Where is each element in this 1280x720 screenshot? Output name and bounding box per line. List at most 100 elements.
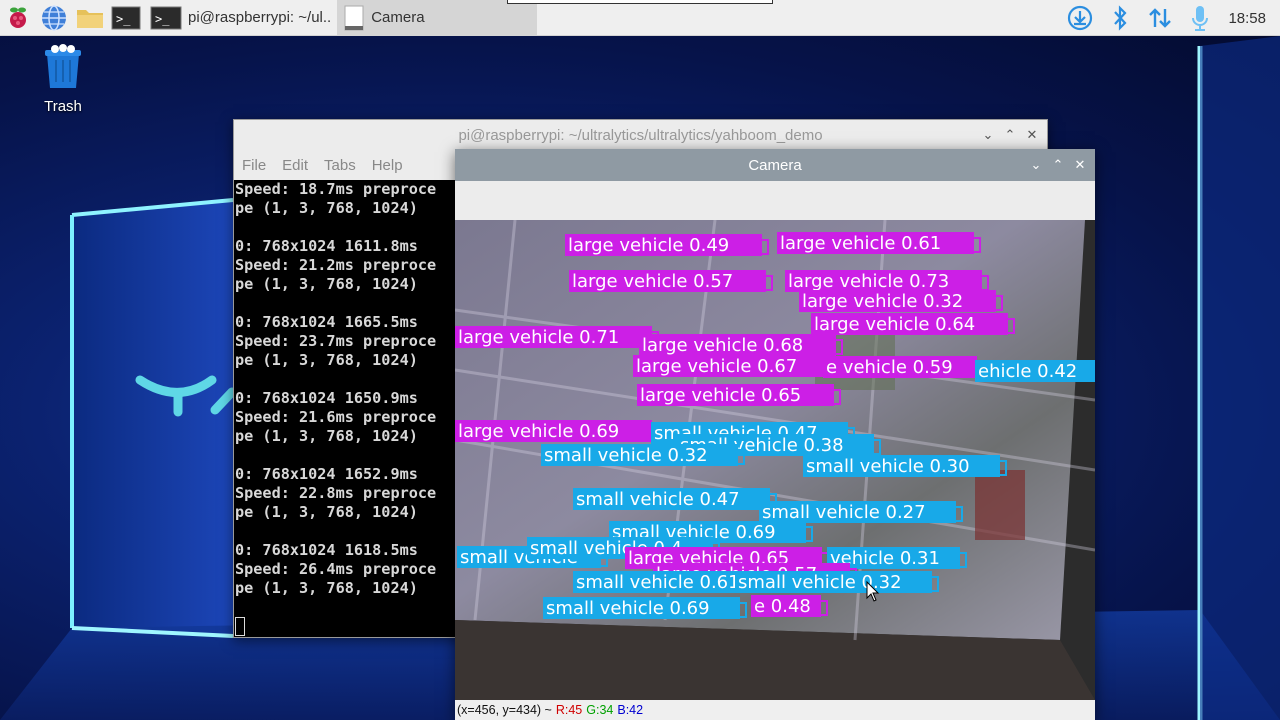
maximize-button[interactable]: ⌃ bbox=[1047, 157, 1069, 173]
menu-help[interactable]: Help bbox=[372, 157, 403, 174]
detection-label-text: large vehicle 0.32 bbox=[802, 291, 963, 312]
raspberry-icon bbox=[10, 7, 26, 28]
globe-icon bbox=[42, 4, 66, 31]
network-arrows-icon bbox=[1149, 8, 1172, 28]
taskbar-terminal-window[interactable]: >_ pi@raspberrypi: ~/ul.. bbox=[144, 0, 337, 36]
terminal-line: Speed: 21.6ms preproce bbox=[235, 408, 437, 426]
detection-label-text: large vehicle 0.61 bbox=[780, 233, 941, 254]
terminal-line: Speed: 23.7ms preproce bbox=[235, 332, 437, 350]
camera-title: Camera bbox=[748, 156, 802, 174]
window-icon bbox=[344, 5, 364, 30]
menu-tabs[interactable]: Tabs bbox=[324, 157, 356, 174]
terminal-title: pi@raspberrypi: ~/ultralytics/ultralytic… bbox=[458, 126, 823, 144]
detection-label-text: large vehicle 0.64 bbox=[814, 314, 975, 335]
menu-file[interactable]: File bbox=[242, 157, 266, 174]
svg-text:>_: >_ bbox=[116, 12, 131, 26]
terminal-line: pe (1, 3, 768, 1024) bbox=[235, 351, 418, 369]
pixel-coords: (x=456, y=434) ~ bbox=[457, 703, 552, 717]
detection-label-text: small vehicle 0.61 bbox=[576, 572, 740, 593]
web-browser-launcher[interactable] bbox=[36, 0, 72, 36]
detection-label: large vehicle 0.65 bbox=[637, 384, 841, 406]
microphone-icon bbox=[1192, 6, 1209, 31]
terminal-icon: >_ bbox=[150, 6, 182, 29]
download-icon bbox=[1068, 5, 1093, 31]
detection-label: large vehicle 0.67 bbox=[633, 355, 837, 377]
detection-label: large vehicle 0.68 bbox=[639, 334, 843, 356]
close-button[interactable]: ✕ bbox=[1069, 157, 1091, 173]
minimize-button[interactable]: ⌄ bbox=[977, 127, 999, 143]
trash-icon bbox=[45, 44, 81, 88]
detection-label: large vehicle 0.64 bbox=[811, 313, 1015, 335]
detection-label-text: small vehicle 0.32 bbox=[544, 445, 708, 466]
top-panel: >_ >_ pi@raspberrypi: ~/ul.. Camera 18:5… bbox=[0, 0, 1280, 36]
maximize-button[interactable]: ⌃ bbox=[999, 127, 1021, 143]
detection-label-text: large vehicle 0.73 bbox=[788, 271, 949, 292]
trash-label: Trash bbox=[44, 98, 82, 115]
detection-label: small vehicle 0.30 bbox=[803, 455, 1007, 477]
detection-label: e 0.48 bbox=[751, 595, 828, 617]
detection-label: large vehicle 0.69 bbox=[455, 420, 659, 442]
detection-label-text: large vehicle 0.57 bbox=[572, 271, 733, 292]
taskbar-camera-window[interactable]: Camera bbox=[337, 0, 538, 36]
detection-label: ehicle 0.42 bbox=[975, 360, 1095, 382]
detection-label: small vehicle 0.32 bbox=[541, 444, 745, 466]
terminal-line: pe (1, 3, 768, 1024) bbox=[235, 579, 418, 597]
camera-titlebar[interactable]: Camera ⌄ ⌃ ✕ bbox=[455, 149, 1095, 181]
terminal-line: 0: 768x1024 1618.5ms bbox=[235, 541, 418, 559]
terminal-cursor bbox=[235, 617, 245, 636]
bluetooth-button[interactable] bbox=[1100, 0, 1140, 36]
detection-label: large vehicle 0.73 bbox=[785, 270, 989, 292]
terminal-line: 0: 768x1024 1665.5ms bbox=[235, 313, 418, 331]
terminal-icon: >_ bbox=[111, 6, 141, 29]
bluetooth-icon bbox=[1114, 5, 1127, 31]
clock[interactable]: 18:58 bbox=[1220, 10, 1280, 27]
detection-label: large vehicle 0.61 bbox=[777, 232, 981, 254]
detection-label: large vehicle 0.49 bbox=[565, 234, 769, 256]
detection-label-text: e vehicle 0.59 bbox=[826, 357, 953, 378]
detection-label-text: ehicle 0.42 bbox=[978, 361, 1077, 382]
microphone-button[interactable] bbox=[1180, 0, 1220, 36]
terminal-line: 0: 768x1024 1652.9ms bbox=[235, 465, 418, 483]
terminal-line: pe (1, 3, 768, 1024) bbox=[235, 503, 418, 521]
camera-window[interactable]: Camera ⌄ ⌃ ✕ large vehicle 0.49 large ve… bbox=[455, 149, 1095, 720]
updates-button[interactable] bbox=[1060, 0, 1100, 36]
detection-label: small vehicle 0.32 bbox=[735, 571, 939, 593]
folder-icon bbox=[77, 9, 103, 28]
menu-edit[interactable]: Edit bbox=[282, 157, 308, 174]
system-tray: 18:58 bbox=[1060, 0, 1280, 36]
terminal-line: 0: 768x1024 1611.8ms bbox=[235, 237, 418, 255]
terminal-line: Speed: 18.7ms preproce bbox=[235, 180, 437, 198]
camera-statusbar: (x=456, y=434) ~ R:45 G:34 B:42 bbox=[455, 700, 1095, 720]
pixel-green: G:34 bbox=[586, 703, 614, 717]
terminal-line: Speed: 22.8ms preproce bbox=[235, 484, 437, 502]
terminal-line: Speed: 21.2ms preproce bbox=[235, 256, 437, 274]
detection-label-text: large vehicle 0.68 bbox=[642, 335, 803, 356]
detection-label-text: small vehicle 0.32 bbox=[738, 572, 902, 593]
camera-feed[interactable]: large vehicle 0.49 large vehicle 0.61 larg… bbox=[455, 220, 1095, 700]
network-button[interactable] bbox=[1140, 0, 1180, 36]
pixel-blue: B:42 bbox=[617, 703, 644, 717]
raspberry-menu-button[interactable] bbox=[0, 0, 36, 36]
panel-dropzone bbox=[507, 0, 773, 4]
detection-label-text: large vehicle 0.49 bbox=[568, 235, 729, 256]
taskbar-camera-label: Camera bbox=[371, 9, 425, 26]
terminal-line: pe (1, 3, 768, 1024) bbox=[235, 275, 418, 293]
pixel-red: R:45 bbox=[555, 703, 583, 717]
terminal-launcher[interactable]: >_ bbox=[108, 0, 144, 36]
detection-label-text: e 0.48 bbox=[754, 596, 811, 617]
detection-overlay: large vehicle 0.49 large vehicle 0.61 larg… bbox=[455, 220, 1095, 700]
terminal-line: 0: 768x1024 1650.9ms bbox=[235, 389, 418, 407]
close-button[interactable]: ✕ bbox=[1021, 127, 1043, 143]
camera-toolbar bbox=[455, 181, 1095, 220]
svg-text:>_: >_ bbox=[155, 12, 170, 26]
detection-label: small vehicle 0.69 bbox=[543, 597, 747, 619]
detection-label-text: large vehicle 0.71 bbox=[458, 327, 619, 348]
terminal-titlebar[interactable]: pi@raspberrypi: ~/ultralytics/ultralytic… bbox=[234, 120, 1047, 150]
minimize-button[interactable]: ⌄ bbox=[1025, 157, 1047, 173]
file-manager-launcher[interactable] bbox=[72, 0, 108, 36]
detection-label: large vehicle 0.57 bbox=[569, 270, 773, 292]
detection-label-text: large vehicle 0.65 bbox=[640, 385, 801, 406]
detection-label-text: small vehicle 0.47 bbox=[576, 489, 740, 510]
desktop-icon-trash[interactable]: Trash bbox=[30, 44, 96, 115]
detection-label-text: small vehicle 0.30 bbox=[806, 456, 970, 477]
